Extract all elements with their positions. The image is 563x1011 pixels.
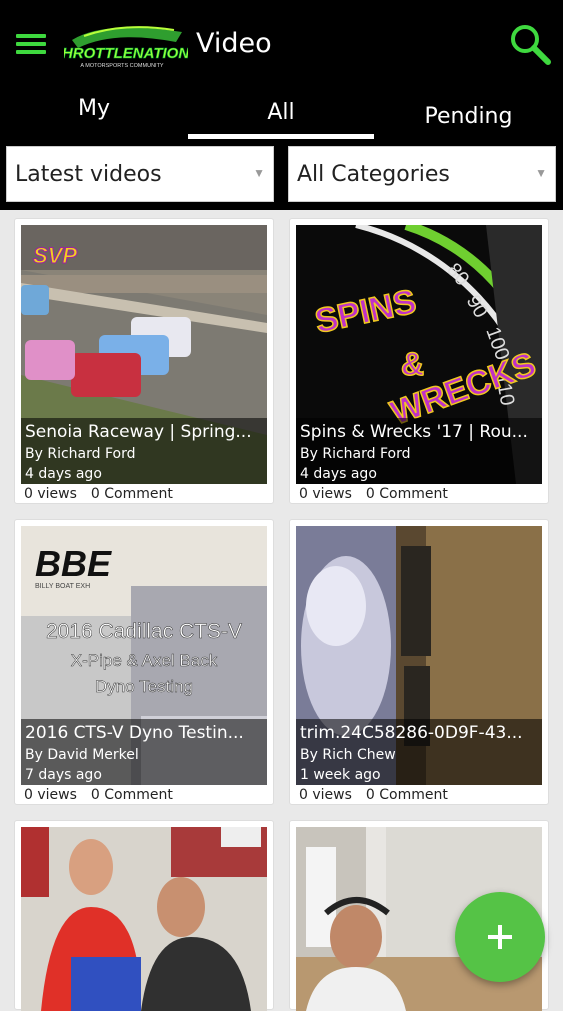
video-stats: 0 views 0 Comment [24, 486, 187, 502]
caret-down-icon: ▼ [253, 166, 265, 180]
video-card[interactable]: SVP Senoia Raceway | Spring... By Richar… [14, 218, 274, 504]
video-title: Senoia Raceway | Spring... [25, 422, 252, 442]
video-info-overlay: Spins & Wrecks '17 | Rou... By Richard F… [296, 418, 542, 484]
video-author: By Richard Ford [300, 446, 411, 462]
video-stats: 0 views 0 Comment [24, 787, 187, 803]
view-count: 0 views [24, 787, 77, 803]
thumb-brand: BBE [35, 543, 112, 584]
video-info-overlay: 2016 CTS-V Dyno Testin... By David Merke… [21, 719, 267, 785]
video-thumbnail [21, 827, 267, 1011]
tab-my-label: My [77, 96, 110, 121]
comment-count: 0 Comment [90, 787, 173, 803]
category-select[interactable]: All Categories ▼ [288, 146, 556, 202]
video-author: By Richard Ford [25, 446, 136, 462]
video-date: 1 week ago [300, 767, 381, 783]
search-icon[interactable] [508, 22, 552, 66]
video-thumbnail: BBE BILLY BOAT EXH 2016 Cadillac CTS-V X… [21, 526, 267, 785]
video-thumbnail: 80 90 100 110 SPINS & WRECKS Spins & Wre… [296, 225, 542, 484]
video-author: By Rich Chew [300, 747, 396, 763]
svg-text:THROTTLENATIONS: THROTTLENATIONS [64, 45, 188, 62]
thumb-logo: SVP [33, 243, 77, 268]
add-video-button[interactable] [455, 892, 545, 982]
video-date: 4 days ago [300, 466, 377, 482]
page-title: Video [196, 28, 272, 59]
comment-count: 0 Comment [365, 787, 448, 803]
comment-count: 0 Comment [90, 486, 173, 502]
plus-icon-vertical [498, 925, 502, 949]
video-stats: 0 views 0 Comment [299, 787, 462, 803]
thumb-line: & [401, 346, 424, 382]
throttle-nations-logo: THROTTLENATIONS A MOTORSPORTS COMMUNITY [64, 26, 188, 69]
video-thumbnail: SVP Senoia Raceway | Spring... By Richar… [21, 225, 267, 484]
category-select-value: All Categories [297, 162, 450, 187]
thumb-line: Dyno Testing [95, 677, 193, 696]
caret-down-icon: ▼ [535, 166, 547, 180]
thumb-brand-sub: BILLY BOAT EXH [35, 583, 90, 590]
video-title: 2016 CTS-V Dyno Testin... [25, 723, 244, 743]
view-count: 0 views [24, 486, 77, 502]
video-title: Spins & Wrecks '17 | Rou... [300, 422, 528, 442]
active-tab-indicator [188, 134, 374, 139]
view-count: 0 views [299, 486, 352, 502]
tab-all-label: All [267, 100, 295, 125]
hamburger-menu-icon[interactable] [14, 30, 50, 58]
thumb-line: X-Pipe & Axel Back [71, 651, 218, 670]
comment-count: 0 Comment [365, 486, 448, 502]
video-stats: 0 views 0 Comment [299, 486, 462, 502]
tab-pending[interactable]: Pending [374, 104, 563, 148]
app-header: THROTTLENATIONS A MOTORSPORTS COMMUNITY … [0, 0, 563, 210]
video-title: trim.24C58286-0D9F-43... [300, 723, 523, 743]
video-card[interactable]: trim.24C58286-0D9F-43... By Rich Chew 1 … [289, 519, 549, 805]
sort-select[interactable]: Latest videos ▼ [6, 146, 274, 202]
video-date: 7 days ago [25, 767, 102, 783]
video-info-overlay: trim.24C58286-0D9F-43... By Rich Chew 1 … [296, 719, 542, 785]
view-count: 0 views [299, 787, 352, 803]
video-card[interactable] [14, 820, 274, 1011]
video-thumbnail: trim.24C58286-0D9F-43... By Rich Chew 1 … [296, 526, 542, 785]
video-date: 4 days ago [25, 466, 102, 482]
video-card[interactable]: 80 90 100 110 SPINS & WRECKS Spins & Wre… [289, 218, 549, 504]
video-card[interactable]: BBE BILLY BOAT EXH 2016 Cadillac CTS-V X… [14, 519, 274, 805]
video-author: By David Merkel [25, 747, 139, 763]
video-info-overlay: Senoia Raceway | Spring... By Richard Fo… [21, 418, 267, 484]
sort-select-value: Latest videos [15, 162, 162, 187]
tab-pending-label: Pending [424, 104, 513, 129]
svg-text:A MOTORSPORTS COMMUNITY: A MOTORSPORTS COMMUNITY [80, 63, 164, 69]
thumb-line: 2016 Cadillac CTS-V [46, 620, 242, 643]
tab-my[interactable]: My [0, 96, 188, 140]
